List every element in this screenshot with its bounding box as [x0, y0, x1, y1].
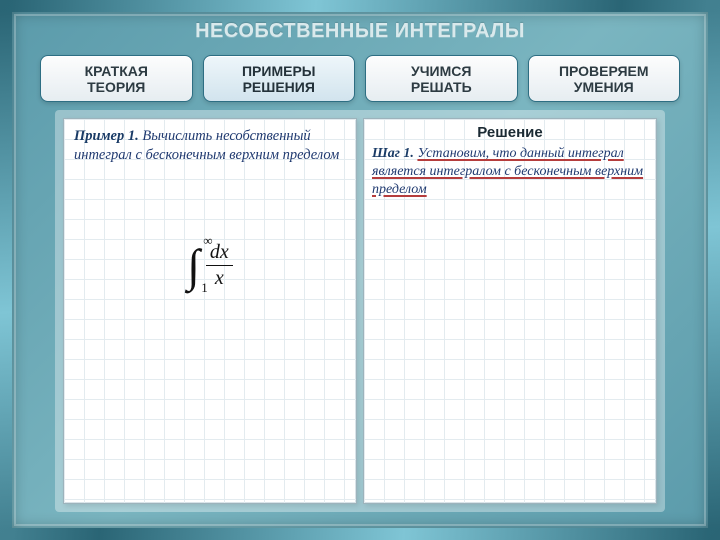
page-title: НЕСОБСТВЕННЫЕ ИНТЕГРАЛЫ — [0, 20, 720, 43]
worksheet-area: Пример 1. Вычислить несобственный интегр… — [55, 110, 665, 512]
solution-step: Шаг 1. Установим, что данный интеграл яв… — [372, 145, 650, 199]
problem-text: Пример 1. Вычислить несобственный интегр… — [74, 127, 346, 165]
solution-sheet: Решение Шаг 1. Установим, что данный инт… — [363, 118, 657, 504]
tab-check[interactable]: ПРОВЕРЯЕМ УМЕНИЯ — [528, 55, 681, 102]
tab-bar: КРАТКАЯ ТЕОРИЯ ПРИМЕРЫ РЕШЕНИЯ УЧИМСЯ РЕ… — [40, 55, 680, 102]
integral-denominator: x — [206, 266, 233, 290]
tab-theory[interactable]: КРАТКАЯ ТЕОРИЯ — [40, 55, 193, 102]
grid-bg — [64, 119, 356, 503]
tab-learn[interactable]: УЧИМСЯ РЕШАТЬ — [365, 55, 518, 102]
tab-examples[interactable]: ПРИМЕРЫ РЕШЕНИЯ — [203, 55, 356, 102]
step-lead: Шаг 1. — [372, 146, 414, 161]
integral-expression: ∫ ∞ 1 dx x — [64, 239, 356, 292]
problem-lead: Пример 1. — [74, 128, 139, 144]
problem-sheet: Пример 1. Вычислить несобственный интегр… — [63, 118, 357, 504]
integral-upper: ∞ — [203, 233, 212, 249]
integral-lower: 1 — [201, 280, 208, 296]
solution-heading: Решение — [364, 124, 656, 141]
integral-sign: ∫ ∞ 1 — [187, 239, 200, 292]
integral-symbol: ∫ — [187, 240, 200, 291]
